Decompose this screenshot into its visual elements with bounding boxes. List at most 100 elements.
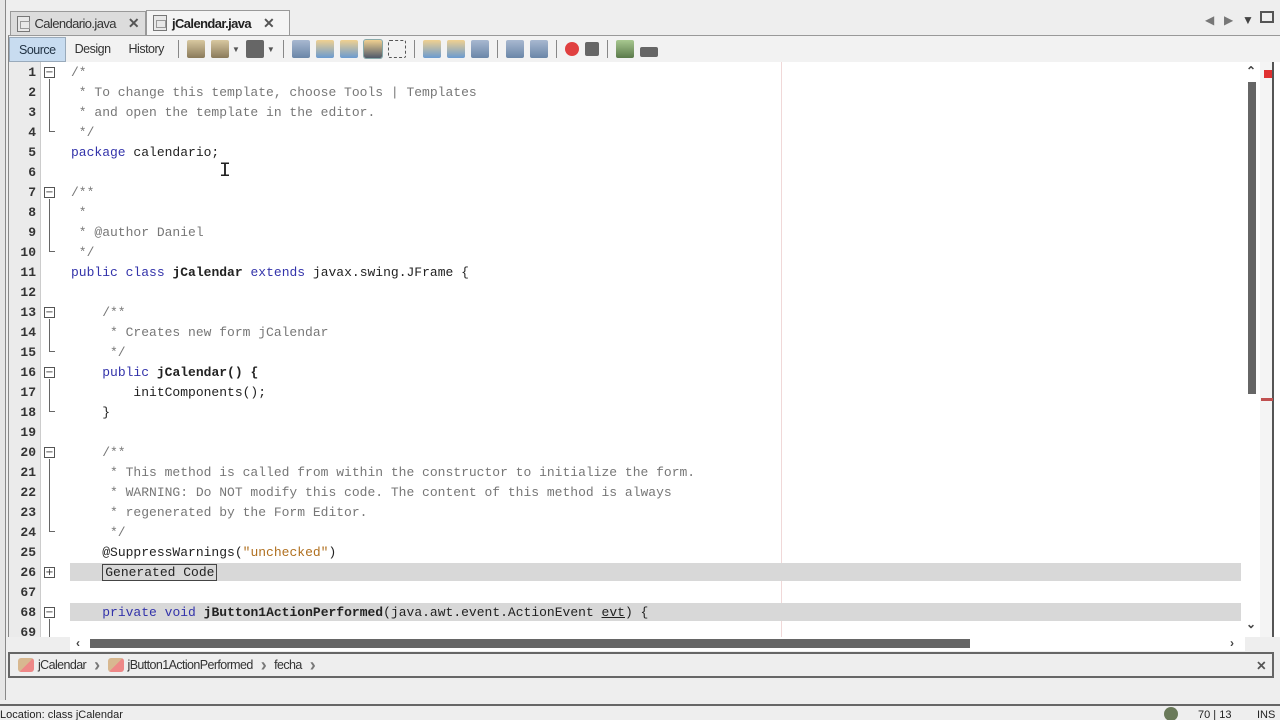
line-number: 21 [20, 465, 36, 480]
fold-guide-end [49, 411, 55, 412]
last-edit-icon[interactable] [186, 40, 205, 58]
line-number: 69 [20, 625, 36, 640]
find-next-icon[interactable] [339, 40, 358, 58]
vertical-scroll-thumb[interactable] [1248, 82, 1256, 394]
horizontal-scroll-thumb[interactable] [90, 639, 970, 648]
find-selection-icon[interactable] [291, 40, 310, 58]
collapse-fold-icon[interactable]: − [44, 367, 55, 378]
line-number: 16 [20, 365, 36, 380]
previous-bookmark-icon[interactable] [422, 40, 441, 58]
code-line-22: * WARNING: Do NOT modify this code. The … [71, 485, 672, 500]
code-line-15: */ [71, 345, 126, 360]
parameter-type: (java.awt.event.ActionEvent [383, 605, 602, 620]
code-line-8: * [71, 205, 87, 220]
design-view-button[interactable]: Design [66, 37, 120, 62]
constructor: jCalendar() { [156, 365, 259, 380]
code-line-13: /** [71, 305, 126, 320]
code-line-3: * and open the template in the editor. [71, 105, 376, 120]
history-view-button[interactable]: History [120, 37, 173, 62]
shift-right-icon[interactable] [529, 40, 548, 58]
maximize-window-icon[interactable] [1260, 11, 1274, 23]
find-previous-icon[interactable] [315, 40, 334, 58]
collapse-fold-icon[interactable]: − [44, 447, 55, 458]
netbeans-editor-window: Calendario.java ✕ jCalendar.java ✕ ◀ ▶ ▼… [0, 0, 1280, 720]
close-tab-icon[interactable]: ✕ [128, 15, 140, 32]
line-number: 67 [20, 585, 36, 600]
chevron-right-icon[interactable]: › [261, 655, 267, 676]
code-line-5: package calendario; [71, 143, 219, 163]
source-view-button[interactable]: Source [9, 36, 66, 62]
stop-macro-recording-icon[interactable] [584, 42, 599, 56]
scroll-up-icon[interactable]: ⌃ [1246, 64, 1256, 78]
form-file-icon [153, 15, 167, 31]
line-number: 23 [20, 505, 36, 520]
back-icon[interactable] [210, 40, 229, 58]
shift-left-icon[interactable] [505, 40, 524, 58]
generated-code-fold[interactable]: Generated Code [102, 564, 218, 581]
insert-mode: INS [1257, 709, 1276, 720]
annotation-marker[interactable] [1261, 398, 1273, 401]
close-breadcrumb-icon[interactable]: ✕ [1256, 658, 1266, 673]
code-line-7: /** [71, 185, 95, 200]
tab-label: jCalendar.java [172, 15, 252, 31]
line-number: 24 [20, 525, 36, 540]
uncomment-icon[interactable] [639, 47, 658, 57]
toggle-rectangular-selection-icon[interactable] [387, 40, 406, 58]
dropdown-arrow-icon[interactable]: ▼ [267, 45, 275, 54]
dropdown-arrow-icon[interactable]: ▼ [232, 45, 240, 54]
comment-icon[interactable] [615, 40, 634, 58]
scroll-tabs-left-icon[interactable]: ◀ [1205, 13, 1214, 27]
annotation-end: ) [328, 545, 337, 560]
keyword: class [125, 265, 165, 280]
error-stripe[interactable] [1260, 62, 1274, 637]
next-bookmark-icon[interactable] [446, 40, 465, 58]
chevron-right-icon[interactable]: › [94, 655, 100, 676]
collapse-fold-icon[interactable]: − [44, 607, 55, 618]
tab-calendario-java[interactable]: Calendario.java ✕ [10, 11, 146, 35]
line-number: 3 [28, 105, 36, 120]
line-number: 18 [20, 405, 36, 420]
line-number: 6 [28, 165, 36, 180]
toggle-bookmark-icon[interactable] [470, 40, 489, 58]
scroll-down-icon[interactable]: ⌄ [1246, 617, 1256, 631]
line-number: 22 [20, 485, 36, 500]
code-line-4: */ [71, 125, 95, 140]
forward-icon[interactable] [245, 40, 264, 58]
toolbar-separator [555, 40, 557, 58]
code-folding-gutter [41, 62, 69, 637]
code-line-16: public jCalendar() { [71, 363, 258, 383]
left-panel-edge [0, 0, 6, 700]
keyword: private [102, 605, 157, 620]
start-macro-recording-icon[interactable] [564, 42, 579, 56]
scroll-tabs-right-icon[interactable]: ▶ [1224, 13, 1233, 27]
collapse-fold-icon[interactable]: − [44, 307, 55, 318]
toggle-highlight-search-icon[interactable] [362, 39, 383, 59]
breadcrumb: jCalendar › jButton1ActionPerformed › fe… [8, 652, 1274, 678]
toolbar-separator [282, 40, 284, 58]
collapse-fold-icon[interactable]: − [44, 67, 55, 78]
line-number: 13 [20, 305, 36, 320]
error-marker-icon[interactable] [1264, 70, 1272, 78]
fold-guide [49, 459, 50, 531]
expand-fold-icon[interactable]: + [44, 567, 55, 578]
toolbar-separator [606, 40, 608, 58]
collapse-fold-icon[interactable]: − [44, 187, 55, 198]
scroll-left-icon[interactable]: ‹ [76, 636, 80, 650]
editor-toolbar: Source Design History ▼ ▼ [8, 35, 1280, 62]
tab-jcalendar-java[interactable]: jCalendar.java ✕ [146, 10, 290, 35]
breadcrumb-method[interactable]: jButton1ActionPerformed [128, 658, 254, 672]
status-bar: Location: class jCalendar 70 | 13 INS [0, 704, 1280, 720]
notifications-icon[interactable] [1164, 707, 1178, 720]
chevron-right-icon[interactable]: › [310, 655, 316, 676]
line-number: 26 [20, 565, 36, 580]
breadcrumb-variable[interactable]: fecha [274, 658, 302, 672]
line-number: 10 [20, 245, 36, 260]
line-number: 9 [28, 225, 36, 240]
class-name: jCalendar [172, 265, 243, 280]
keyword: public [102, 365, 150, 380]
line-number: 15 [20, 345, 36, 360]
scroll-right-icon[interactable]: › [1230, 636, 1234, 650]
close-tab-icon[interactable]: ✕ [263, 15, 275, 32]
show-opened-documents-icon[interactable]: ▼ [1242, 13, 1254, 27]
breadcrumb-class[interactable]: jCalendar [38, 658, 87, 672]
